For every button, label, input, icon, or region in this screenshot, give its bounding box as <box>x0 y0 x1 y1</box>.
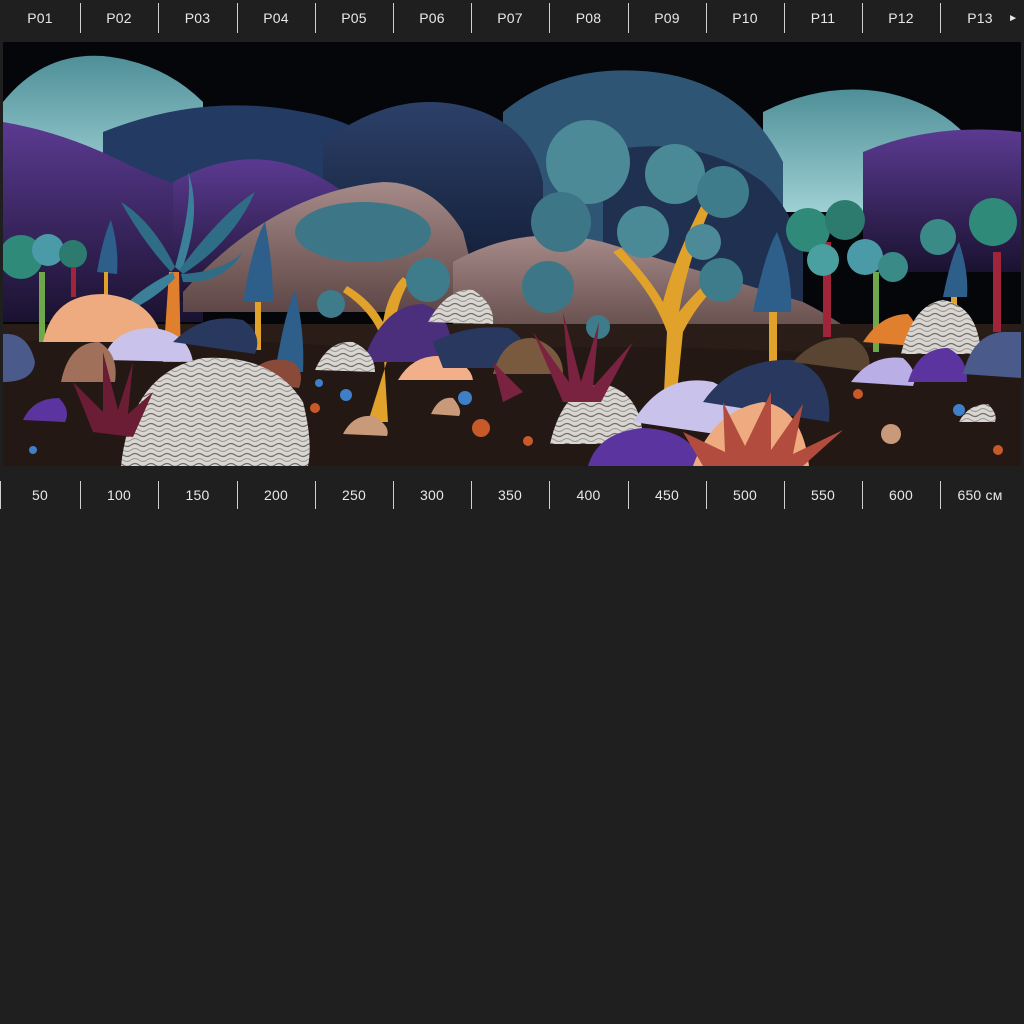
triangle-right-icon[interactable]: ► <box>1008 0 1018 36</box>
panel-label[interactable]: P09 <box>628 0 706 36</box>
panel-label[interactable]: P03 <box>158 0 237 36</box>
panel-label[interactable]: P04 <box>237 0 315 36</box>
panel-label[interactable]: P08 <box>549 0 628 36</box>
ruler-mark: 600 <box>862 478 940 512</box>
panel-label[interactable]: P07 <box>471 0 549 36</box>
ruler-mark: 200 <box>237 478 315 512</box>
panel-label[interactable]: P10 <box>706 0 784 36</box>
ruler-mark: 300 <box>393 478 471 512</box>
panel-label[interactable]: P01 <box>0 0 80 36</box>
width-ruler: 50 100 150 200 250 300 350 400 450 500 5… <box>0 478 1024 512</box>
ruler-mark: 500 <box>706 478 784 512</box>
ruler-mark: 250 <box>315 478 393 512</box>
ruler-mark: 550 <box>784 478 862 512</box>
panel-label[interactable]: P05 <box>315 0 393 36</box>
panel-label[interactable]: P11 <box>784 0 862 36</box>
panel-label[interactable]: P06 <box>393 0 471 36</box>
mural-artwork <box>3 42 1021 466</box>
panel-number-bar: P01 P02 P03 P04 P05 P06 P07 P08 P09 P10 … <box>0 0 1024 36</box>
ruler-mark: 450 <box>628 478 706 512</box>
ruler-mark: 100 <box>80 478 158 512</box>
ruler-mark: 650 см <box>940 478 1020 512</box>
panel-label[interactable]: P02 <box>80 0 158 36</box>
ruler-mark: 50 <box>0 478 80 512</box>
ruler-mark: 400 <box>549 478 628 512</box>
ruler-mark: 150 <box>158 478 237 512</box>
panel-label[interactable]: P12 <box>862 0 940 36</box>
ruler-mark: 350 <box>471 478 549 512</box>
